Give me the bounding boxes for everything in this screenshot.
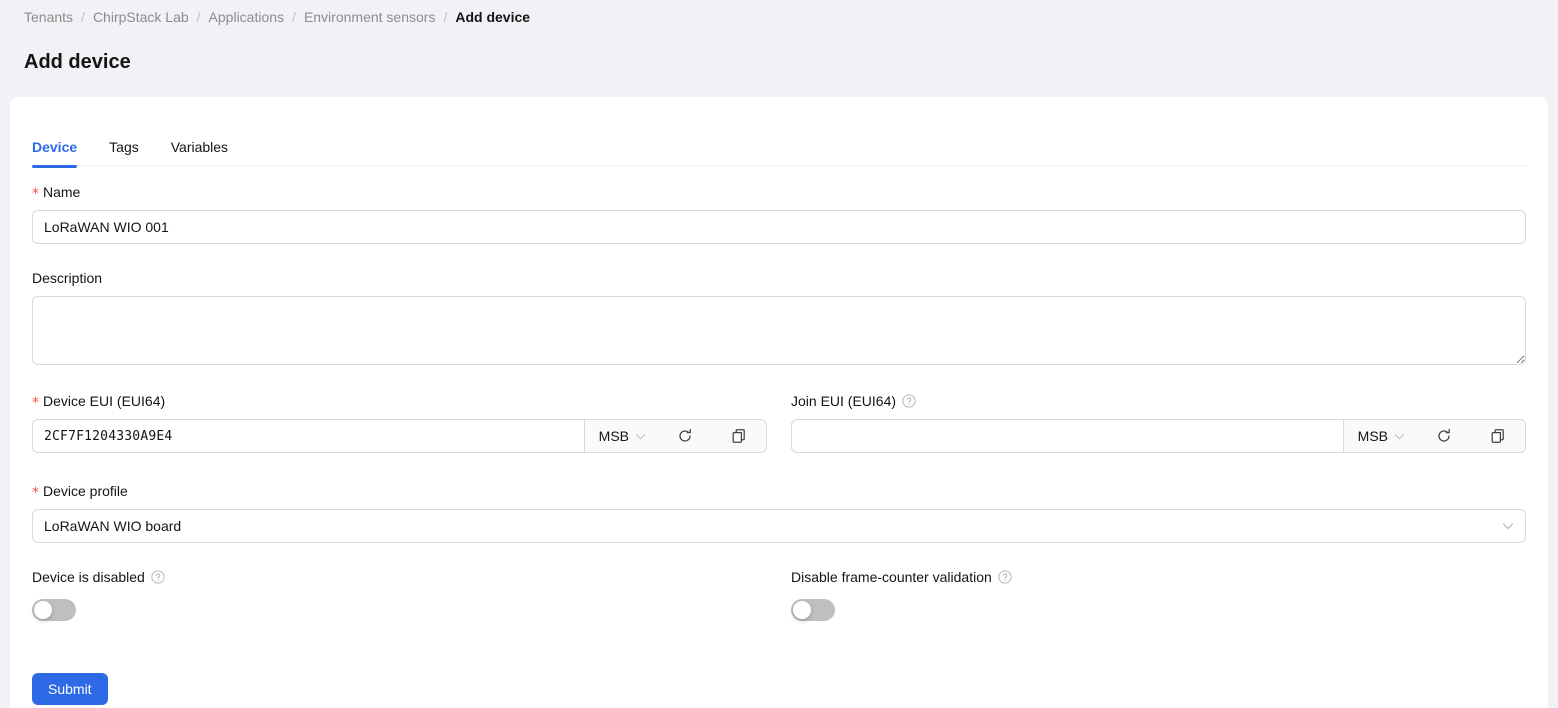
device-eui-input-group: MSB: [32, 419, 767, 453]
device-profile-label: Device profile: [43, 483, 128, 499]
eui-row: * Device EUI (EUI64) MSB: [32, 392, 1526, 453]
breadcrumb-item-application[interactable]: Environment sensors: [304, 8, 436, 26]
join-eui-label: Join EUI (EUI64): [791, 393, 897, 409]
breadcrumb-separator: /: [292, 9, 296, 25]
chevron-down-icon: [635, 433, 646, 439]
device-profile-value: LoRaWAN WIO board: [44, 518, 182, 534]
name-label-row: * Name: [32, 183, 1526, 201]
device-disabled-toggle[interactable]: [32, 599, 76, 621]
chevron-down-icon: [1502, 523, 1514, 530]
device-eui-input[interactable]: [32, 419, 584, 453]
required-asterisk: *: [32, 395, 39, 411]
breadcrumb: Tenants / ChirpStack Lab / Applications …: [24, 8, 530, 26]
tab-device[interactable]: Device: [32, 128, 78, 168]
breadcrumb-separator: /: [81, 9, 85, 25]
breadcrumb-separator: /: [443, 9, 448, 25]
field-device-profile: * Device profile LoRaWAN WIO board: [32, 482, 1526, 543]
description-textarea[interactable]: [32, 296, 1526, 365]
join-eui-generate-button[interactable]: [1417, 420, 1471, 452]
submit-button[interactable]: Submit: [32, 673, 108, 705]
device-eui-label: Device EUI (EUI64): [43, 393, 166, 409]
add-device-page: Tenants / ChirpStack Lab / Applications …: [0, 0, 1558, 708]
name-label: Name: [43, 184, 81, 200]
description-label-row: Description: [32, 269, 1526, 287]
question-circle-icon[interactable]: [151, 570, 165, 584]
submit-row: Submit: [32, 673, 108, 705]
tab-bar: Device Tags Variables: [32, 128, 1526, 168]
breadcrumb-item-tenants[interactable]: Tenants: [24, 8, 73, 26]
toggles-row: Device is disabled Disable frame-counter…: [32, 568, 1526, 626]
device-profile-label-row: * Device profile: [32, 482, 1526, 500]
name-input[interactable]: [32, 210, 1526, 244]
refresh-icon: [679, 428, 691, 442]
question-circle-icon[interactable]: [902, 394, 916, 408]
disable-fcnt-label-row: Disable frame-counter validation: [791, 568, 1526, 586]
page-title: Add device: [24, 51, 131, 74]
join-eui-byte-order-select[interactable]: MSB: [1344, 420, 1417, 452]
join-eui-addons: MSB: [1342, 419, 1526, 453]
device-eui-byte-order-value: MSB: [598, 428, 629, 444]
device-disabled-label-row: Device is disabled: [32, 568, 767, 586]
breadcrumb-item-tenant[interactable]: ChirpStack Lab: [93, 8, 189, 26]
tab-tags[interactable]: Tags: [109, 128, 139, 167]
field-disable-fcnt-validation: Disable frame-counter validation: [791, 568, 1526, 626]
device-eui-addons: MSB: [583, 419, 767, 453]
field-join-eui: Join EUI (EUI64) MSB: [791, 392, 1526, 453]
copy-icon: [732, 429, 745, 443]
chevron-down-icon: [1394, 433, 1405, 439]
required-asterisk: *: [32, 186, 39, 202]
copy-icon: [1491, 429, 1504, 443]
join-eui-copy-button[interactable]: [1471, 420, 1525, 452]
refresh-icon: [1438, 428, 1450, 442]
join-eui-label-row: Join EUI (EUI64): [791, 392, 1526, 410]
breadcrumb-item-applications[interactable]: Applications: [209, 8, 285, 26]
device-eui-byte-order-select[interactable]: MSB: [585, 420, 658, 452]
device-eui-generate-button[interactable]: [658, 420, 712, 452]
join-eui-input[interactable]: [791, 419, 1343, 453]
question-circle-icon[interactable]: [998, 570, 1012, 584]
field-description: Description: [32, 269, 1526, 365]
required-asterisk: *: [32, 485, 39, 501]
breadcrumb-item-current: Add device: [455, 9, 531, 25]
toggle-knob: [34, 601, 52, 619]
device-disabled-label: Device is disabled: [32, 569, 145, 585]
field-name: * Name: [32, 183, 1526, 244]
description-label: Description: [32, 270, 103, 286]
field-device-disabled: Device is disabled: [32, 568, 767, 626]
join-eui-input-group: MSB: [791, 419, 1526, 453]
form-card: Device Tags Variables * Name Description: [10, 97, 1548, 708]
toggle-knob: [793, 601, 811, 619]
field-device-eui: * Device EUI (EUI64) MSB: [32, 392, 767, 453]
breadcrumb-separator: /: [196, 9, 201, 25]
join-eui-byte-order-value: MSB: [1357, 428, 1388, 444]
device-profile-select[interactable]: LoRaWAN WIO board: [32, 509, 1526, 543]
device-eui-copy-button[interactable]: [712, 420, 766, 452]
disable-fcnt-toggle[interactable]: [791, 599, 835, 621]
tab-variables[interactable]: Variables: [171, 128, 228, 167]
disable-fcnt-label: Disable frame-counter validation: [791, 569, 992, 585]
device-eui-label-row: * Device EUI (EUI64): [32, 392, 767, 410]
